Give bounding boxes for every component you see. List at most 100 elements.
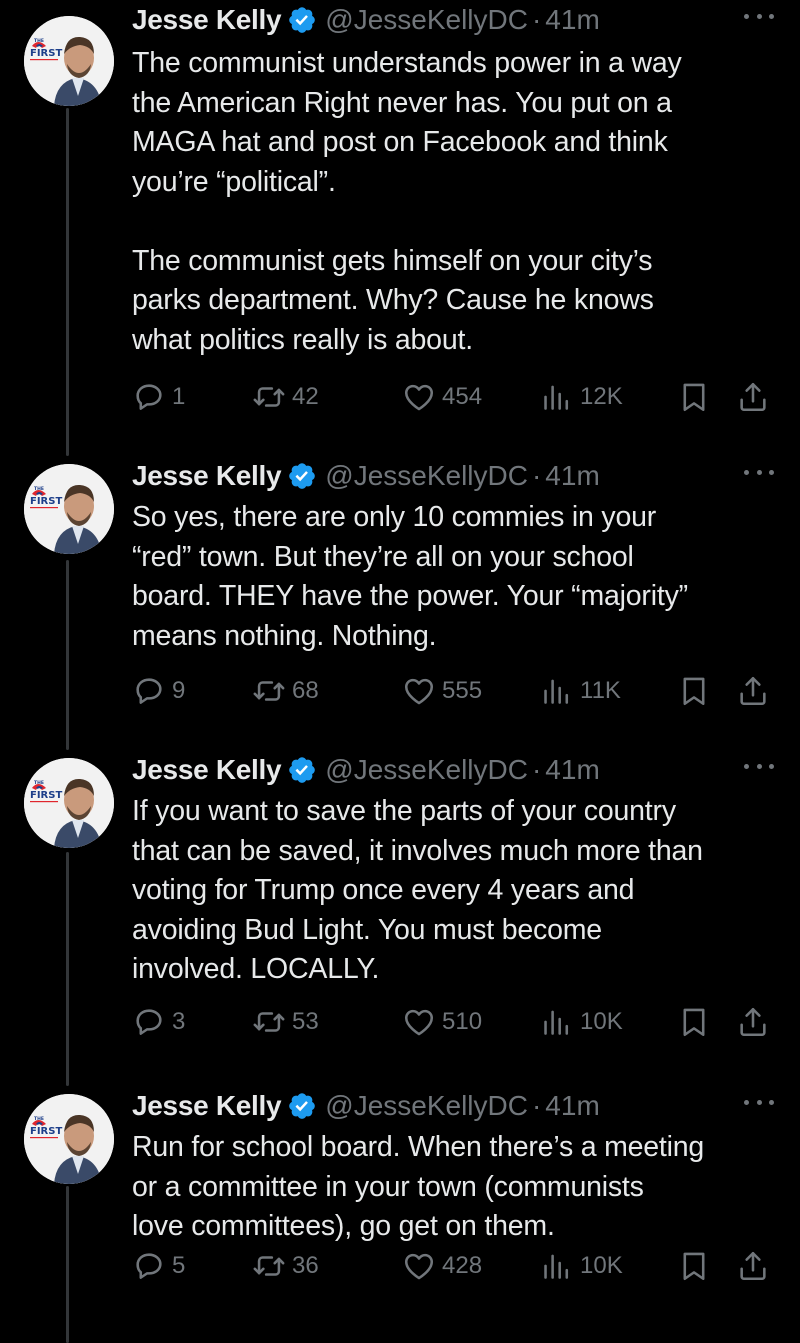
avatar-photo-icon: THE FIRST [24, 16, 114, 106]
reply-icon [136, 678, 162, 704]
thread-line [66, 1186, 69, 1343]
avatar-photo-icon: THE FIRST [24, 1094, 114, 1184]
like-icon [404, 1009, 434, 1036]
views-button[interactable]: 10K [540, 1002, 623, 1042]
more-icon[interactable] [744, 6, 774, 26]
like-icon [404, 384, 434, 411]
views-button[interactable]: 10K [540, 1246, 623, 1286]
tweet-actions: 1 42 454 12K [132, 377, 780, 417]
retweet-icon [253, 387, 285, 407]
reply-count: 3 [172, 1008, 186, 1035]
more-icon[interactable] [744, 1092, 774, 1112]
bookmark-icon [683, 383, 705, 412]
author-handle[interactable]: @JesseKellyDC [325, 460, 528, 492]
tweet-header: Jesse Kelly @JesseKellyDC · 41m [132, 750, 780, 790]
author-handle[interactable]: @JesseKellyDC [325, 1090, 528, 1122]
like-button[interactable]: 454 [402, 377, 482, 417]
svg-text:THE: THE [34, 780, 44, 786]
reply-button[interactable]: 9 [132, 671, 185, 711]
thread-line [66, 560, 69, 750]
like-button[interactable]: 428 [402, 1246, 482, 1286]
views-button[interactable]: 12K [540, 377, 623, 417]
like-count: 454 [442, 383, 483, 410]
svg-text:FIRST: FIRST [30, 790, 62, 801]
retweet-button[interactable]: 53 [252, 1002, 319, 1042]
verified-badge-icon [289, 757, 316, 783]
retweet-icon [253, 681, 285, 701]
retweet-icon [253, 1012, 285, 1032]
like-button[interactable]: 510 [402, 1002, 482, 1042]
author-name[interactable]: Jesse Kelly [132, 4, 282, 36]
more-icon[interactable] [744, 756, 774, 776]
views-count: 12K [580, 383, 623, 410]
share-icon [740, 676, 766, 706]
reply-button[interactable]: 5 [132, 1246, 185, 1286]
author-handle[interactable]: @JesseKellyDC [325, 4, 528, 36]
tweet-timestamp[interactable]: 41m [545, 4, 599, 36]
like-icon [404, 678, 434, 705]
reply-count: 1 [172, 383, 186, 410]
author-name[interactable]: Jesse Kelly [132, 460, 282, 492]
bookmark-button[interactable] [677, 1002, 711, 1042]
like-count: 510 [442, 1008, 483, 1035]
author-handle[interactable]: @JesseKellyDC [325, 754, 528, 786]
bookmark-button[interactable] [677, 377, 711, 417]
separator-dot: · [531, 1090, 542, 1121]
bookmark-button[interactable] [677, 671, 711, 711]
verified-badge-icon [289, 463, 316, 489]
reply-button[interactable]: 3 [132, 1002, 185, 1042]
tweet-text: Run for school board. When there’s a mee… [132, 1131, 705, 1242]
views-icon [544, 1010, 569, 1035]
share-button[interactable] [736, 1002, 770, 1042]
tweet-text: If you want to save the parts of your co… [132, 795, 703, 985]
svg-text:FIRST: FIRST [30, 496, 62, 507]
views-button[interactable]: 11K [540, 671, 621, 711]
retweet-count: 42 [292, 383, 319, 410]
retweet-button[interactable]: 36 [252, 1246, 319, 1286]
avatar[interactable]: THE FIRST [24, 464, 114, 554]
views-icon [544, 679, 569, 704]
retweet-button[interactable]: 42 [252, 377, 319, 417]
like-count: 555 [442, 677, 483, 704]
verified-badge-icon [289, 7, 316, 33]
tweet-actions: 5 36 428 10K [132, 1246, 780, 1286]
retweet-count: 53 [292, 1008, 319, 1035]
verified-badge-icon [289, 1093, 316, 1119]
author-name[interactable]: Jesse Kelly [132, 754, 282, 786]
author-name[interactable]: Jesse Kelly [132, 1090, 282, 1122]
share-icon [740, 1007, 766, 1037]
reply-icon [136, 1009, 162, 1035]
more-icon[interactable] [744, 462, 774, 482]
views-count: 10K [580, 1252, 623, 1279]
tweet-timestamp[interactable]: 41m [545, 754, 599, 786]
tweet-timestamp[interactable]: 41m [545, 1090, 599, 1122]
avatar[interactable]: THE FIRST [24, 1094, 114, 1184]
share-button[interactable] [736, 671, 770, 711]
reply-icon [136, 1253, 162, 1279]
share-button[interactable] [736, 377, 770, 417]
avatar[interactable]: THE FIRST [24, 758, 114, 848]
separator-dot: · [531, 460, 542, 491]
like-count: 428 [442, 1252, 483, 1279]
bookmark-button[interactable] [677, 1246, 711, 1286]
views-icon [544, 385, 569, 410]
bookmark-icon [683, 1008, 705, 1037]
tweet-text: So yes, there are only 10 commies in you… [132, 501, 688, 652]
retweet-button[interactable]: 68 [252, 671, 319, 711]
tweet-header: Jesse Kelly @JesseKellyDC · 41m [132, 1086, 780, 1126]
svg-text:THE: THE [34, 486, 44, 492]
reply-button[interactable]: 1 [132, 377, 185, 417]
reply-count: 9 [172, 677, 186, 704]
avatar[interactable]: THE FIRST [24, 16, 114, 106]
reply-icon [136, 384, 162, 410]
share-button[interactable] [736, 1246, 770, 1286]
avatar-photo-icon: THE FIRST [24, 464, 114, 554]
like-button[interactable]: 555 [402, 671, 482, 711]
tweet-timestamp[interactable]: 41m [545, 460, 599, 492]
svg-text:THE: THE [34, 38, 44, 44]
svg-text:FIRST: FIRST [30, 48, 62, 59]
tweet-text: The communist understands power in a way… [132, 47, 682, 356]
views-icon [544, 1254, 569, 1279]
svg-text:THE: THE [34, 1116, 44, 1122]
tweet-actions: 9 68 555 11K [132, 671, 780, 711]
